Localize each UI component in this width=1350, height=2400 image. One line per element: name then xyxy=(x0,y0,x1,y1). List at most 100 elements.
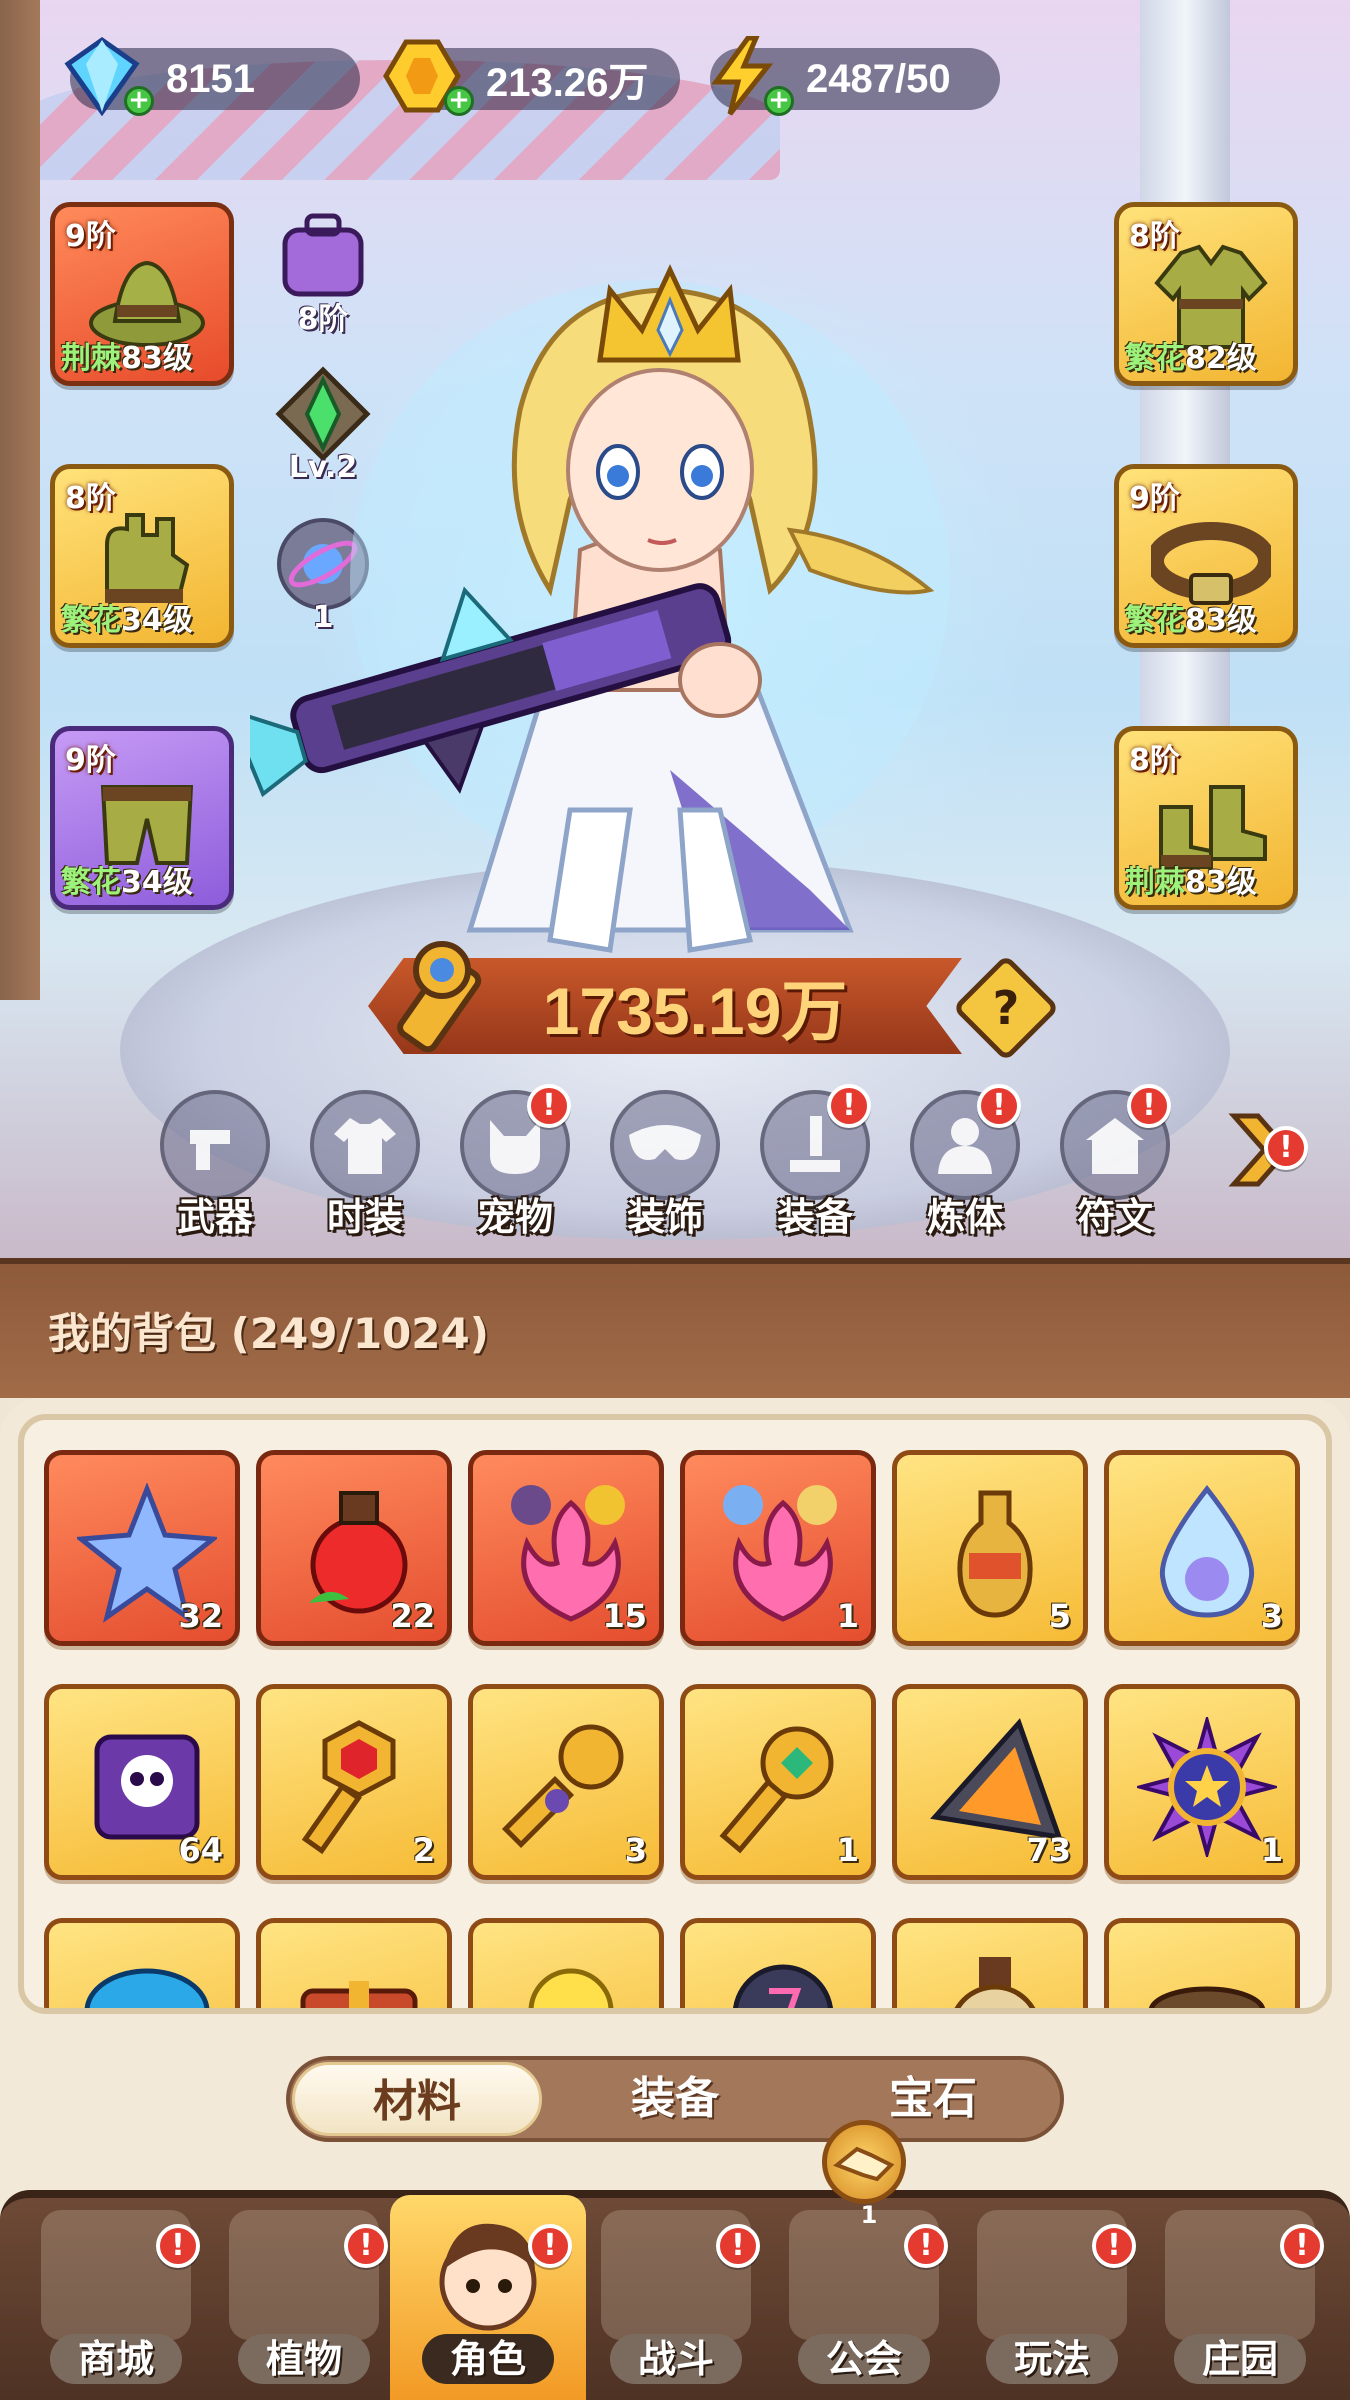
item-count: 22 xyxy=(390,1597,435,1635)
tab-materials[interactable]: 材料 xyxy=(292,2062,542,2136)
feature-fashion[interactable]: 时装 xyxy=(305,1090,425,1241)
slot-quality: 繁花 xyxy=(1125,341,1185,376)
bag-item[interactable]: 3 xyxy=(1104,1450,1300,1646)
slot-quality-level: 繁花83级 xyxy=(1125,595,1257,639)
soil-pot-icon xyxy=(1148,1986,1266,2008)
tab-equipment[interactable]: 装备 xyxy=(550,2062,800,2136)
feature-equipment[interactable]: 装备 ! xyxy=(755,1084,875,1241)
character-alert-badge: ! xyxy=(528,2224,572,2268)
bag-item[interactable]: 73 xyxy=(892,1684,1088,1880)
bag-item[interactable]: 22 xyxy=(256,1450,452,1646)
manor-alert-badge: ! xyxy=(1280,2224,1324,2268)
bag-item[interactable]: 5 xyxy=(892,1450,1088,1646)
bag-item[interactable] xyxy=(892,1918,1088,2008)
diamond-counter[interactable]: + 8151 xyxy=(64,36,360,116)
diamond-value: 8151 xyxy=(166,56,255,101)
guild-request-badge[interactable]: 1 xyxy=(822,2120,906,2229)
yellow-flower-icon xyxy=(528,1968,614,2008)
pet-alert-badge: ! xyxy=(527,1084,571,1128)
item-count: 64 xyxy=(178,1831,223,1869)
bag-item[interactable]: 1 xyxy=(680,1684,876,1880)
battle-alert-badge: ! xyxy=(716,2224,760,2268)
nav-character[interactable]: 角色 ! xyxy=(402,2210,574,2400)
equip-slot-jacket[interactable]: 8阶 繁花82级 xyxy=(1114,202,1298,386)
emerald-key-icon xyxy=(719,1726,834,1854)
nav-battle[interactable]: 战斗 ! xyxy=(590,2210,762,2400)
bag-item[interactable]: 3 xyxy=(468,1684,664,1880)
handshake-icon xyxy=(833,2146,895,2182)
feature-decoration[interactable]: 装饰 xyxy=(605,1090,725,1241)
equip-slot-gloves[interactable]: 8阶 繁花34级 xyxy=(50,464,234,648)
star-orb-icon xyxy=(1137,1717,1277,1857)
nav-label: 战斗 xyxy=(610,2334,742,2384)
slot-level: 34级 xyxy=(121,603,193,638)
feature-body-refine[interactable]: 炼体 ! xyxy=(905,1084,1025,1241)
nav-gameplay[interactable]: 玩法 ! xyxy=(966,2210,1138,2400)
slot-level: 83级 xyxy=(1185,865,1257,900)
slot-quality-level: 繁花34级 xyxy=(61,857,193,901)
nav-guild[interactable]: 公会 ! xyxy=(778,2210,950,2400)
ruby-key-icon xyxy=(301,1720,396,1855)
nav-label: 庄园 xyxy=(1174,2334,1306,2384)
left-pillar xyxy=(0,0,40,1000)
feature-rune[interactable]: 符文 ! xyxy=(1055,1084,1175,1241)
bag-item[interactable]: 15 xyxy=(468,1450,664,1646)
more-features-button[interactable]: ! xyxy=(1228,1110,1308,1190)
bag-item[interactable]: 2 xyxy=(256,1684,452,1880)
mask-icon xyxy=(610,1090,720,1200)
nav-plant[interactable]: 植物 ! xyxy=(218,2210,390,2400)
more-alert-badge: ! xyxy=(1264,1126,1308,1170)
nav-label: 玩法 xyxy=(986,2334,1118,2384)
nav-shop[interactable]: 商城 ! xyxy=(30,2210,202,2400)
item-count: 2 xyxy=(412,1831,435,1869)
bag-item[interactable]: 1 xyxy=(680,1450,876,1646)
bag-item[interactable]: 1 xyxy=(1104,1684,1300,1880)
gold-counter[interactable]: + 213.26万 xyxy=(383,39,680,116)
energy-counter[interactable]: + 2487/50 xyxy=(710,36,1000,116)
slot-quality: 繁花 xyxy=(61,603,121,638)
slot-tier: 8阶 xyxy=(65,481,116,516)
slot-quality-level: 荆棘83级 xyxy=(61,333,193,377)
feature-weapon[interactable]: 武器 xyxy=(155,1090,275,1241)
slot-quality-level: 繁花34级 xyxy=(61,595,193,639)
bag-item[interactable] xyxy=(680,1918,876,2008)
bag-item[interactable] xyxy=(256,1918,452,2008)
feature-pet[interactable]: 宠物 ! xyxy=(455,1084,575,1241)
bag-item[interactable] xyxy=(468,1918,664,2008)
nav-label: 植物 xyxy=(238,2334,370,2384)
slot-quality: 荆棘 xyxy=(1125,865,1185,900)
guild-badge-count: 1 xyxy=(860,2201,878,2229)
bag-item[interactable] xyxy=(44,1918,240,2008)
item-count: 1 xyxy=(1260,1831,1283,1869)
power-key-icon xyxy=(397,941,482,1053)
item-count: 73 xyxy=(1026,1831,1071,1869)
nav-manor[interactable]: 庄园 ! xyxy=(1154,2210,1326,2400)
hero-character[interactable] xyxy=(250,250,1050,970)
equip-slot-boots[interactable]: 8阶 荆棘83级 xyxy=(1114,726,1298,910)
equip-slot-hat[interactable]: 9阶 荆棘83级 xyxy=(50,202,234,386)
add-diamond-button[interactable]: + xyxy=(124,86,154,116)
potion-bottle-icon xyxy=(954,1957,1036,2008)
slot-level: 83级 xyxy=(121,341,193,376)
bag-item[interactable]: 32 xyxy=(44,1450,240,1646)
guild-alert-badge: ! xyxy=(904,2224,948,2268)
item-count: 5 xyxy=(1048,1597,1071,1635)
plant-alert-badge: ! xyxy=(344,2224,388,2268)
rune-alert-badge: ! xyxy=(1127,1084,1171,1128)
add-energy-button[interactable]: + xyxy=(764,86,794,116)
equipment-alert-badge: ! xyxy=(827,1084,871,1128)
bag-item[interactable]: 64 xyxy=(44,1684,240,1880)
item-count: 1 xyxy=(836,1597,859,1635)
combat-power-value: 1735.19万 xyxy=(542,974,848,1048)
add-gold-button[interactable]: + xyxy=(444,86,474,116)
golden-vial-icon xyxy=(957,1490,1033,1618)
equip-slot-belt[interactable]: 9阶 繁花83级 xyxy=(1114,464,1298,648)
shop-alert-badge: ! xyxy=(156,2224,200,2268)
slot-tier: 9阶 xyxy=(65,219,116,254)
item-count: 15 xyxy=(602,1597,647,1635)
equip-slot-pants[interactable]: 9阶 繁花34级 xyxy=(50,726,234,910)
bag-grid: 32 22 15 1 5 3 64 2 3 1 73 1 xyxy=(18,1414,1332,2014)
bag-item[interactable] xyxy=(1104,1918,1300,2008)
feature-label: 宠物 xyxy=(476,1195,553,1239)
feature-label: 炼体 xyxy=(926,1195,1003,1239)
